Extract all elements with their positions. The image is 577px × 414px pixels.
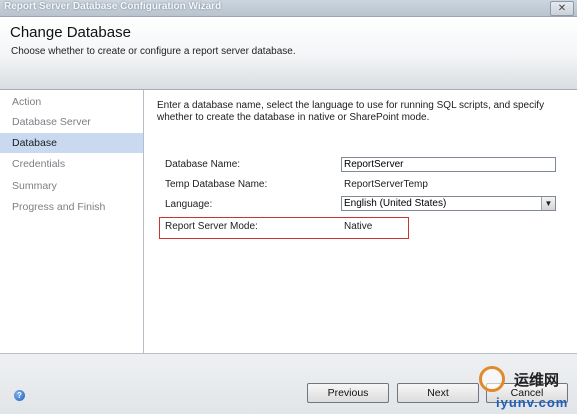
report-server-mode-label: Report Server Mode: <box>165 221 258 232</box>
sidebar-item-database[interactable]: Database <box>0 133 143 153</box>
temp-database-name-value: ReportServerTemp <box>344 179 428 190</box>
sidebar-item-credentials[interactable]: Credentials <box>0 154 143 174</box>
page-header: Change Database Choose whether to create… <box>0 17 577 90</box>
language-select[interactable]: English (United States) ▼ <box>341 196 556 211</box>
help-icon[interactable]: ? <box>14 390 25 401</box>
page-title: Change Database <box>10 24 131 41</box>
sidebar-item-action[interactable]: Action <box>0 92 143 112</box>
database-name-input[interactable]: ReportServer <box>341 157 556 172</box>
close-button[interactable]: ✕ <box>550 1 574 16</box>
instructions-text: Enter a database name, select the langua… <box>157 100 545 123</box>
main-content: Enter a database name, select the langua… <box>145 90 577 353</box>
watermark-cn-text: 运维网 <box>514 372 560 389</box>
language-label: Language: <box>165 199 213 210</box>
watermark: 运维网 iyunv.com <box>476 363 576 413</box>
watermark-url-text: iyunv.com <box>496 395 569 410</box>
wizard-steps-sidebar: Action Database Server Database Credenti… <box>0 90 144 353</box>
page-subtitle: Choose whether to create or configure a … <box>11 46 296 57</box>
chevron-down-icon[interactable]: ▼ <box>541 197 555 210</box>
sidebar-item-progress-and-finish[interactable]: Progress and Finish <box>0 197 143 217</box>
title-bar: Report Server Database Configuration Wiz… <box>0 0 577 17</box>
window-title: Report Server Database Configuration Wiz… <box>4 1 222 12</box>
next-button[interactable]: Next <box>397 383 479 403</box>
language-selected-value: English (United States) <box>344 198 447 209</box>
database-name-label: Database Name: <box>165 159 241 170</box>
sidebar-item-summary[interactable]: Summary <box>0 176 143 196</box>
previous-button[interactable]: Previous <box>307 383 389 403</box>
temp-database-name-label: Temp Database Name: <box>165 179 268 190</box>
watermark-logo-icon <box>479 366 505 392</box>
sidebar-item-database-server[interactable]: Database Server <box>0 112 143 132</box>
report-server-mode-value: Native <box>344 221 373 232</box>
